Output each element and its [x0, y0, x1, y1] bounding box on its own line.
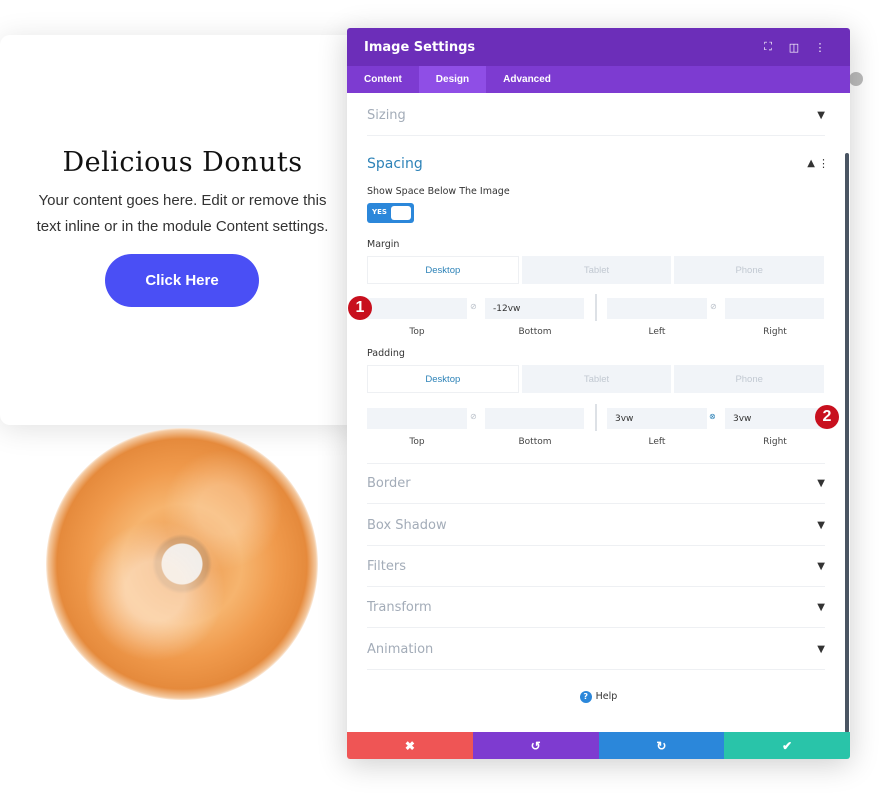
margin-inputs: ⊘ ⊘ Top Bottom Left Right [367, 294, 824, 337]
margin-top-input[interactable] [367, 298, 467, 319]
bottom-label: Bottom [518, 327, 552, 337]
show-space-toggle[interactable]: YES [367, 203, 414, 223]
section-box-shadow[interactable]: Box Shadow ▼ [367, 505, 825, 546]
left-label: Left [648, 327, 666, 337]
help-icon: ? [579, 691, 592, 703]
preview-heading: Delicious Donuts [62, 147, 303, 178]
section-sizing[interactable]: Sizing ▼ [367, 95, 825, 136]
right-label: Right [763, 327, 787, 337]
section-transform[interactable]: Transform ▼ [367, 587, 825, 628]
cancel-button[interactable]: ✖ [347, 732, 473, 759]
link-active-icon[interactable]: ⊗ [709, 412, 716, 421]
margin-tab-desktop[interactable]: Desktop [367, 256, 519, 284]
show-space-label: Show Space Below The Image [367, 186, 510, 197]
redo-button[interactable]: ↻ [598, 732, 725, 759]
chevron-down-icon: ▼ [817, 601, 825, 613]
link-icon[interactable]: ⊘ [470, 412, 477, 421]
divider [595, 294, 597, 321]
section-animation[interactable]: Animation ▼ [367, 629, 825, 670]
chevron-up-icon: ▲ [807, 158, 815, 169]
panel-header: Image Settings ⛶ ◫ ⋮ [347, 28, 850, 66]
step-badge-1: 1 [348, 296, 372, 320]
section-spacing[interactable]: Spacing ▲ ⋮ [367, 143, 829, 184]
tab-content[interactable]: Content [347, 66, 419, 93]
tab-advanced[interactable]: Advanced [486, 66, 568, 93]
section-menu-icon[interactable]: ⋮ [818, 157, 829, 170]
panel-footer: ✖ ↺ ↻ ✔ [347, 732, 850, 759]
margin-tab-phone[interactable]: Phone [674, 256, 825, 284]
step-badge-2: 2 [815, 405, 839, 429]
help-link[interactable]: ? Help [347, 691, 850, 703]
chevron-down-icon: ▼ [817, 478, 825, 489]
panel-tabs: Content Design Advanced [347, 66, 850, 93]
section-title: Box Shadow [367, 517, 447, 533]
tab-design[interactable]: Design [418, 66, 487, 93]
chevron-down-icon: ▼ [817, 519, 825, 531]
margin-bottom-input[interactable] [485, 298, 584, 319]
link-icon[interactable]: ⊘ [470, 302, 477, 311]
preview-body: Your content goes here. Edit or remove t… [36, 192, 329, 235]
padding-tab-phone[interactable]: Phone [674, 365, 825, 393]
scrollbar[interactable] [845, 153, 849, 733]
click-here-button[interactable]: Click Here [105, 254, 259, 307]
chevron-down-icon: ▼ [817, 643, 825, 655]
section-title: Sizing [367, 107, 406, 123]
margin-device-tabs: Desktop Tablet Phone [367, 256, 825, 284]
link-icon[interactable]: ⊘ [710, 302, 717, 311]
donut-image[interactable] [46, 428, 318, 700]
more-options-icon[interactable]: ⋮ [807, 41, 833, 54]
section-title: Transform [367, 599, 432, 615]
preview-card: Delicious Donuts Your content goes here.… [0, 35, 365, 425]
padding-label: Padding [367, 348, 405, 359]
padding-device-tabs: Desktop Tablet Phone [367, 365, 825, 393]
section-title: Spacing [367, 155, 423, 172]
image-settings-panel: Image Settings ⛶ ◫ ⋮ Content Design Adva… [347, 28, 850, 759]
chevron-down-icon: ▼ [817, 109, 825, 121]
chevron-down-icon: ▼ [817, 560, 825, 572]
module-settings-icon[interactable] [849, 72, 863, 86]
padding-tab-desktop[interactable]: Desktop [367, 365, 519, 393]
toggle-label: YES [372, 208, 387, 216]
help-label: Help [595, 691, 618, 702]
save-button[interactable]: ✔ [724, 732, 850, 759]
panel-title: Image Settings [364, 39, 476, 55]
section-title: Animation [367, 641, 434, 657]
fullscreen-icon[interactable]: ⛶ [755, 40, 781, 54]
split-view-icon[interactable]: ◫ [781, 41, 807, 54]
margin-tab-tablet[interactable]: Tablet [521, 256, 672, 284]
undo-button[interactable]: ↺ [472, 732, 599, 759]
section-title: Filters [367, 558, 406, 574]
section-filters[interactable]: Filters ▼ [367, 546, 825, 587]
margin-left-input[interactable] [607, 298, 707, 319]
padding-tab-tablet[interactable]: Tablet [521, 365, 672, 393]
margin-right-input[interactable] [725, 298, 824, 319]
top-label: Top [409, 327, 425, 337]
section-border[interactable]: Border ▼ [367, 463, 825, 504]
section-title: Border [367, 476, 411, 491]
margin-label: Margin [367, 239, 400, 250]
